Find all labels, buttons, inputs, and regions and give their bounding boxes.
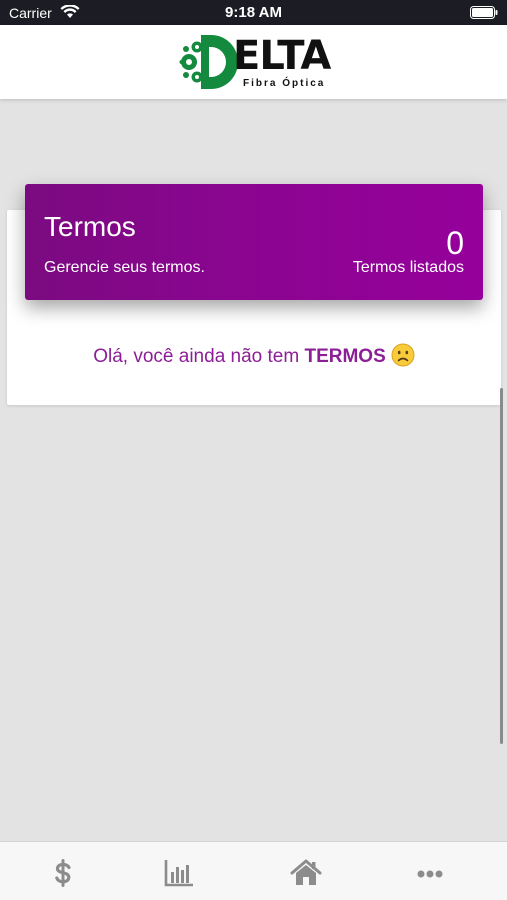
empty-state-text: Olá, você ainda não tem bbox=[93, 346, 305, 367]
home-icon bbox=[290, 859, 322, 885]
status-time: 9:18 AM bbox=[225, 4, 282, 21]
brand-logo: ELTA Fibra Óptica bbox=[179, 31, 331, 93]
fiber-optic-logo-icon bbox=[179, 35, 238, 89]
logo-wordmark: ELTA bbox=[233, 33, 331, 79]
termos-summary-card: Termos Gerencie seus termos. 0 Termos li… bbox=[25, 184, 483, 300]
tab-financeiro[interactable] bbox=[0, 842, 126, 900]
tab-consumo[interactable] bbox=[116, 842, 242, 900]
empty-state-highlight: TERMOS bbox=[304, 346, 386, 367]
page-subtitle: Gerencie seus termos. bbox=[44, 259, 205, 276]
tab-bar bbox=[0, 841, 507, 900]
termos-count-label: Termos listados bbox=[352, 259, 464, 276]
dollar-icon bbox=[55, 859, 71, 887]
app-header: ELTA Fibra Óptica bbox=[0, 25, 507, 99]
battery-icon bbox=[470, 6, 498, 19]
scrollbar[interactable] bbox=[500, 388, 503, 744]
more-icon bbox=[417, 870, 443, 878]
logo-subtitle: Fibra Óptica bbox=[243, 78, 326, 89]
tab-home[interactable] bbox=[243, 842, 369, 900]
status-bar: Carrier 9:18 AM bbox=[0, 0, 507, 25]
page-title: Termos bbox=[44, 211, 136, 242]
sad-face-icon bbox=[391, 343, 415, 367]
bar-chart-icon bbox=[164, 860, 193, 887]
empty-state-message: Olá, você ainda não tem TERMOS bbox=[7, 343, 501, 370]
termos-count: 0 bbox=[446, 225, 464, 261]
tab-more[interactable] bbox=[367, 842, 493, 900]
